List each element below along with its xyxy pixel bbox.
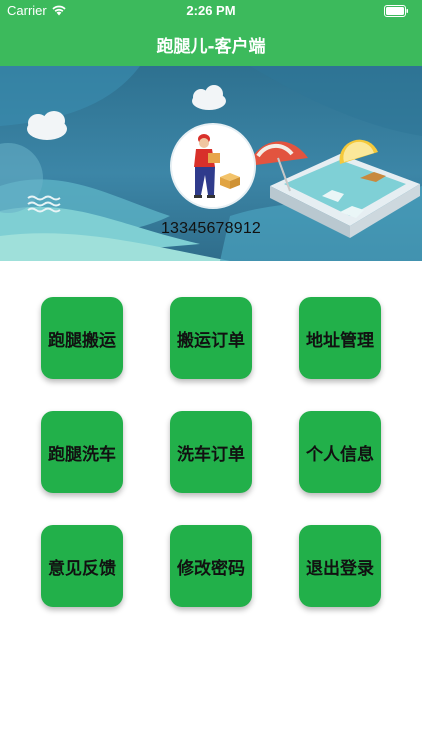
lemon-float-icon: [339, 139, 378, 164]
battery-icon: [384, 5, 408, 17]
courier-avatar-icon: [172, 125, 254, 207]
menu-tile-moving-orders[interactable]: 搬运订单: [170, 297, 252, 379]
header: Carrier 2:26 PM 跑腿儿-客户端: [0, 0, 422, 66]
status-time: 2:26 PM: [186, 3, 236, 18]
status-bar: Carrier 2:26 PM: [0, 0, 422, 22]
menu-tile-feedback[interactable]: 意见反馈: [41, 525, 123, 607]
menu-tile-errand-carwash[interactable]: 跑腿洗车: [41, 411, 123, 493]
profile-banner: 13345678912: [0, 66, 422, 261]
phone-number: 13345678912: [160, 220, 262, 237]
menu-tile-errand-moving[interactable]: 跑腿搬运: [41, 297, 123, 379]
avatar[interactable]: [170, 123, 256, 209]
menu-tile-change-password[interactable]: 修改密码: [170, 525, 252, 607]
menu-tile-carwash-orders[interactable]: 洗车订单: [170, 411, 252, 493]
menu-tile-logout[interactable]: 退出登录: [299, 525, 381, 607]
menu-tile-address-management[interactable]: 地址管理: [299, 297, 381, 379]
menu-grid: 跑腿搬运 搬运订单 地址管理 跑腿洗车 洗车订单 个人信息 意见反馈 修改密码 …: [0, 261, 422, 750]
page-title: 跑腿儿-客户端: [156, 37, 266, 57]
cloud-icon: [27, 111, 67, 140]
menu-tile-personal-info[interactable]: 个人信息: [299, 411, 381, 493]
cloud-icon: [192, 85, 226, 110]
app-screen: Carrier 2:26 PM 跑腿儿-客户端 13345678912 跑腿搬运…: [0, 0, 422, 750]
